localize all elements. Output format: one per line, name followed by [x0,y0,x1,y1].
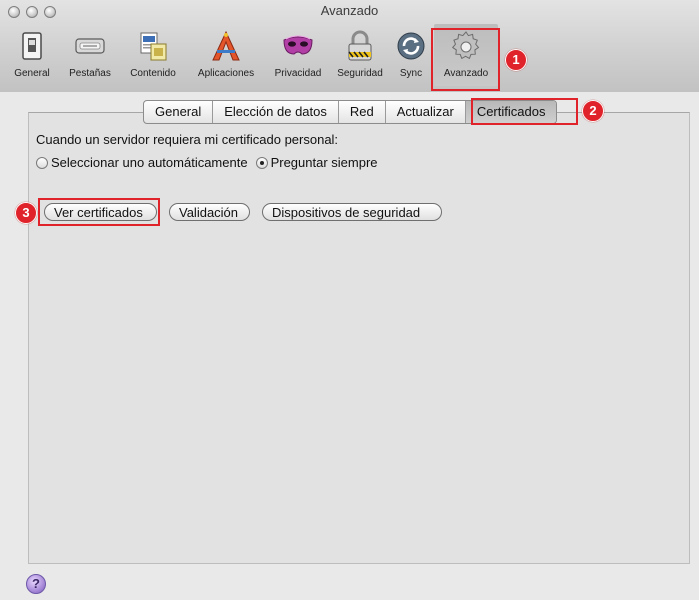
highlight-advanced [431,28,500,91]
toolbar-item-content[interactable]: Contenido [122,24,184,86]
toolbar-item-tabs[interactable]: Pestañas [60,24,120,86]
window-title: Avanzado [320,3,379,18]
switch-icon [22,32,42,60]
help-button[interactable]: ? [26,574,46,594]
annotation-badge-2: 2 [582,100,604,122]
toolbar-item-privacy[interactable]: Privacidad [267,24,329,86]
highlight-view-certificates [38,198,160,226]
tab-network[interactable]: Red [339,101,386,123]
preferences-content: General Elección de datos Red Actualizar… [0,92,699,600]
annotation-badge-3: 3 [15,202,37,224]
radio-select-automatically-label[interactable]: Seleccionar uno automáticamente [51,155,248,170]
toolbar-item-security[interactable]: Seguridad [331,24,389,86]
tab-general[interactable]: General [144,101,214,123]
tabs-icon [75,38,105,54]
toolbar-item-sync[interactable]: Sync [391,24,431,86]
content-icon [140,32,167,61]
annotation-badge-1: 1 [505,49,527,71]
radio-ask-every-time-label[interactable]: Preguntar siempre [271,155,378,170]
preferences-window: Avanzado General Pestañas Contenido Apli… [0,0,699,600]
certificate-request-question: Cuando un servidor requiera mi certifica… [36,132,339,147]
tab-update[interactable]: Actualizar [386,101,466,123]
padlock-icon [348,30,372,61]
sync-icon [397,32,425,60]
toolbar-item-applications[interactable]: Aplicaciones [187,24,265,86]
radio-ask-every-time[interactable] [255,156,268,169]
certificate-selection-options: Seleccionar uno automáticamente Pregunta… [36,155,378,170]
security-devices-button[interactable]: Dispositivos de seguridad [262,203,442,221]
highlight-certificates-tab [471,98,578,125]
certificates-panel [28,112,690,564]
title-bar: Avanzado General Pestañas Contenido Apli… [0,0,699,93]
radio-select-automatically[interactable] [36,156,48,169]
toolbar-item-general[interactable]: General [6,24,58,86]
privacy-mask-icon [283,35,313,55]
validation-button[interactable]: Validación [169,203,250,221]
applications-icon [212,30,240,61]
tab-data-choices[interactable]: Elección de datos [213,101,339,123]
